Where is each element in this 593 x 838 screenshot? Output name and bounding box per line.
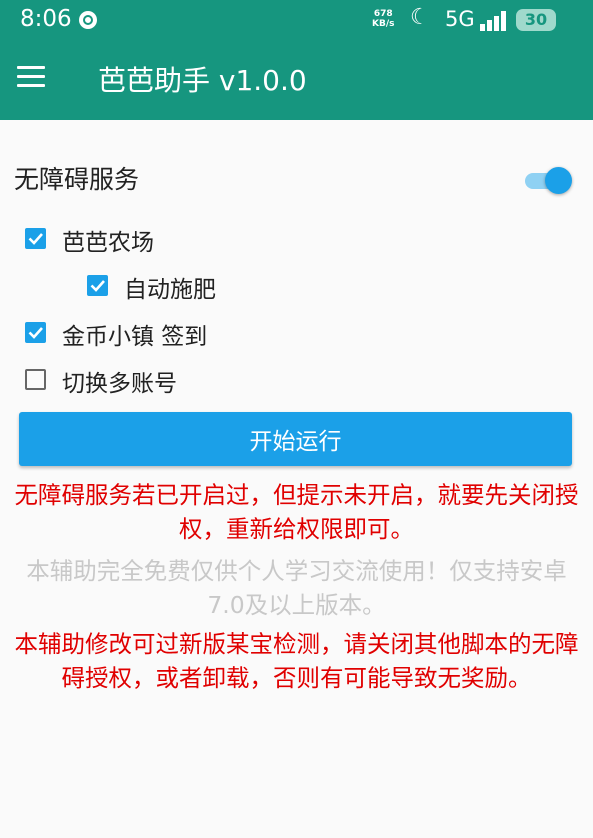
checkbox-unchecked-icon[interactable] [25,369,46,390]
status-bar: 8:06 678 KB/s ☾ 5G 30 [0,0,593,42]
battery-level: 30 [524,10,548,29]
option-label: 金币小镇 签到 [62,324,208,350]
network-speed: 678 KB/s [372,9,394,29]
warning-note: 本辅助修改可过新版某宝检测，请关闭其他脚本的无障碍授权，或者卸载，否则有可能导致… [14,630,579,692]
start-button[interactable]: 开始运行 [19,412,572,466]
hamburger-menu-icon[interactable] [17,66,45,88]
accessibility-service-label: 无障碍服务 [14,165,140,194]
switch-thumb [545,167,572,194]
network-speed-value: 678 [373,9,393,19]
option-label: 芭芭农场 [62,230,154,256]
network-type: 5G [445,7,475,31]
checkbox-checked-icon[interactable] [87,275,108,296]
checkbox-checked-icon[interactable] [25,322,46,343]
app-title: 芭芭助手 v1.0.0 [98,64,307,97]
status-time: 8:06 [20,6,72,32]
network-speed-unit: KB/s [372,19,395,29]
free-note: 本辅助完全免费仅供个人学习交流使用！仅支持安卓7.0及以上版本。 [26,557,567,619]
checkbox-checked-icon[interactable] [25,228,46,249]
option-label: 自动施肥 [124,277,216,303]
moon-icon: ☾ [410,5,430,30]
accessibility-service-switch[interactable] [525,166,573,194]
app-bar: 芭芭助手 v1.0.0 [0,42,593,120]
accessibility-service-row: 无障碍服务 [0,160,593,200]
tip-note: 无障碍服务若已开启过，但提示未开启，就要先关闭授权，重新给权限即可。 [14,481,579,543]
option-label: 切换多账号 [62,371,177,397]
app-notification-icon [79,11,97,29]
signal-icon [480,10,510,31]
battery-icon: 30 [516,9,556,31]
